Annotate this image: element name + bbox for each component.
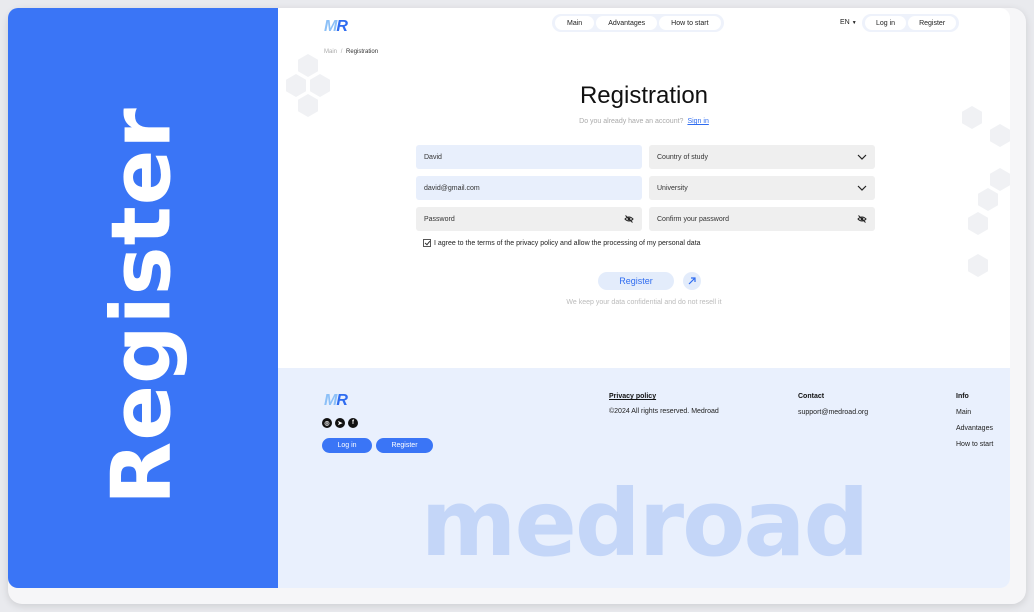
breadcrumb-current: Registration bbox=[346, 49, 379, 55]
main-nav: Main Advantages How to start bbox=[552, 14, 724, 32]
header-login-button[interactable]: Log in bbox=[865, 16, 907, 30]
chevron-down-icon bbox=[857, 185, 867, 191]
footer-link-main[interactable]: Main bbox=[956, 409, 971, 416]
breadcrumb: Main / Registration bbox=[324, 49, 378, 55]
terms-label: I agree to the terms of the privacy poli… bbox=[434, 239, 701, 247]
footer-register-button[interactable]: Register bbox=[376, 438, 433, 453]
footer-link-advantages[interactable]: Advantages bbox=[956, 425, 993, 432]
university-select-placeholder: University bbox=[657, 184, 688, 192]
chevron-down-icon bbox=[857, 154, 867, 160]
hexagon-decoration bbox=[990, 168, 1010, 191]
nav-how-to-start[interactable]: How to start bbox=[659, 16, 721, 30]
info-heading: Info bbox=[956, 393, 969, 400]
signin-prompt: Do you already have an account? Sign in bbox=[278, 118, 1010, 125]
caret-down-icon: ▼ bbox=[851, 20, 857, 26]
email-field[interactable]: david@gmail.com bbox=[416, 176, 642, 200]
page-title: Registration bbox=[579, 82, 709, 109]
breadcrumb-separator: / bbox=[340, 49, 343, 55]
language-label: EN bbox=[840, 19, 850, 26]
hexagon-decoration bbox=[990, 124, 1010, 147]
breadcrumb-main[interactable]: Main bbox=[324, 49, 337, 55]
instagram-icon[interactable]: ◎ bbox=[322, 418, 332, 428]
logo[interactable]: MR bbox=[324, 18, 348, 36]
privacy-note: We keep your data confidential and do no… bbox=[566, 299, 722, 306]
copyright: ©2024 All rights reserved. Medroad bbox=[609, 408, 719, 415]
signin-link[interactable]: Sign in bbox=[687, 118, 708, 125]
name-field-value: David bbox=[424, 153, 442, 161]
side-banner: Register bbox=[8, 8, 278, 588]
footer-logo-r: R bbox=[336, 392, 348, 409]
registration-page: MR Main Advantages How to start EN ▼ Log… bbox=[278, 8, 1010, 588]
password-field[interactable]: Password bbox=[416, 207, 642, 231]
signin-prompt-text: Do you already have an account? bbox=[579, 118, 684, 125]
social-links: ◎ ➤ f bbox=[322, 418, 361, 428]
footer-wordmark: medroad bbox=[420, 470, 870, 577]
confirm-password-field[interactable]: Confirm your password bbox=[649, 207, 875, 231]
footer-logo[interactable]: MR bbox=[324, 392, 348, 410]
header-register-button[interactable]: Register bbox=[908, 16, 957, 30]
footer-link-how-to-start[interactable]: How to start bbox=[956, 441, 993, 448]
logo-r: R bbox=[336, 18, 348, 35]
footer: MR ◎ ➤ f Log in Register Privacy policy … bbox=[278, 368, 1010, 588]
hexagon-decoration bbox=[968, 254, 988, 277]
nav-main[interactable]: Main bbox=[555, 16, 595, 30]
footer-login-button[interactable]: Log in bbox=[322, 438, 372, 453]
contact-email[interactable]: support@medroad.org bbox=[798, 409, 868, 416]
email-field-value: david@gmail.com bbox=[424, 184, 480, 192]
language-selector[interactable]: EN ▼ bbox=[840, 19, 857, 26]
terms-checkbox[interactable] bbox=[423, 239, 431, 247]
country-select-placeholder: Country of study bbox=[657, 153, 708, 161]
contact-heading: Contact bbox=[798, 393, 825, 400]
register-submit-button[interactable]: Register bbox=[598, 272, 674, 290]
privacy-policy-link[interactable]: Privacy policy bbox=[609, 393, 656, 400]
confirm-password-placeholder: Confirm your password bbox=[657, 215, 729, 223]
logo-m: M bbox=[324, 18, 337, 35]
hexagon-decoration bbox=[978, 188, 998, 211]
telegram-icon[interactable]: ➤ bbox=[335, 418, 345, 428]
hexagon-decoration bbox=[968, 212, 988, 235]
facebook-icon[interactable]: f bbox=[348, 418, 358, 428]
footer-logo-m: M bbox=[324, 392, 337, 409]
eye-off-icon[interactable] bbox=[857, 214, 867, 224]
name-field[interactable]: David bbox=[416, 145, 642, 169]
arrow-up-right-icon[interactable] bbox=[683, 272, 701, 290]
side-banner-text: Register bbox=[94, 107, 190, 505]
terms-consent: I agree to the terms of the privacy poli… bbox=[423, 239, 701, 247]
nav-advantages[interactable]: Advantages bbox=[596, 16, 658, 30]
eye-off-icon[interactable] bbox=[624, 214, 634, 224]
university-select[interactable]: University bbox=[649, 176, 875, 200]
hexagon-decoration bbox=[298, 54, 318, 77]
auth-buttons: Log in Register bbox=[862, 14, 960, 32]
country-select[interactable]: Country of study bbox=[649, 145, 875, 169]
password-field-placeholder: Password bbox=[424, 215, 455, 223]
